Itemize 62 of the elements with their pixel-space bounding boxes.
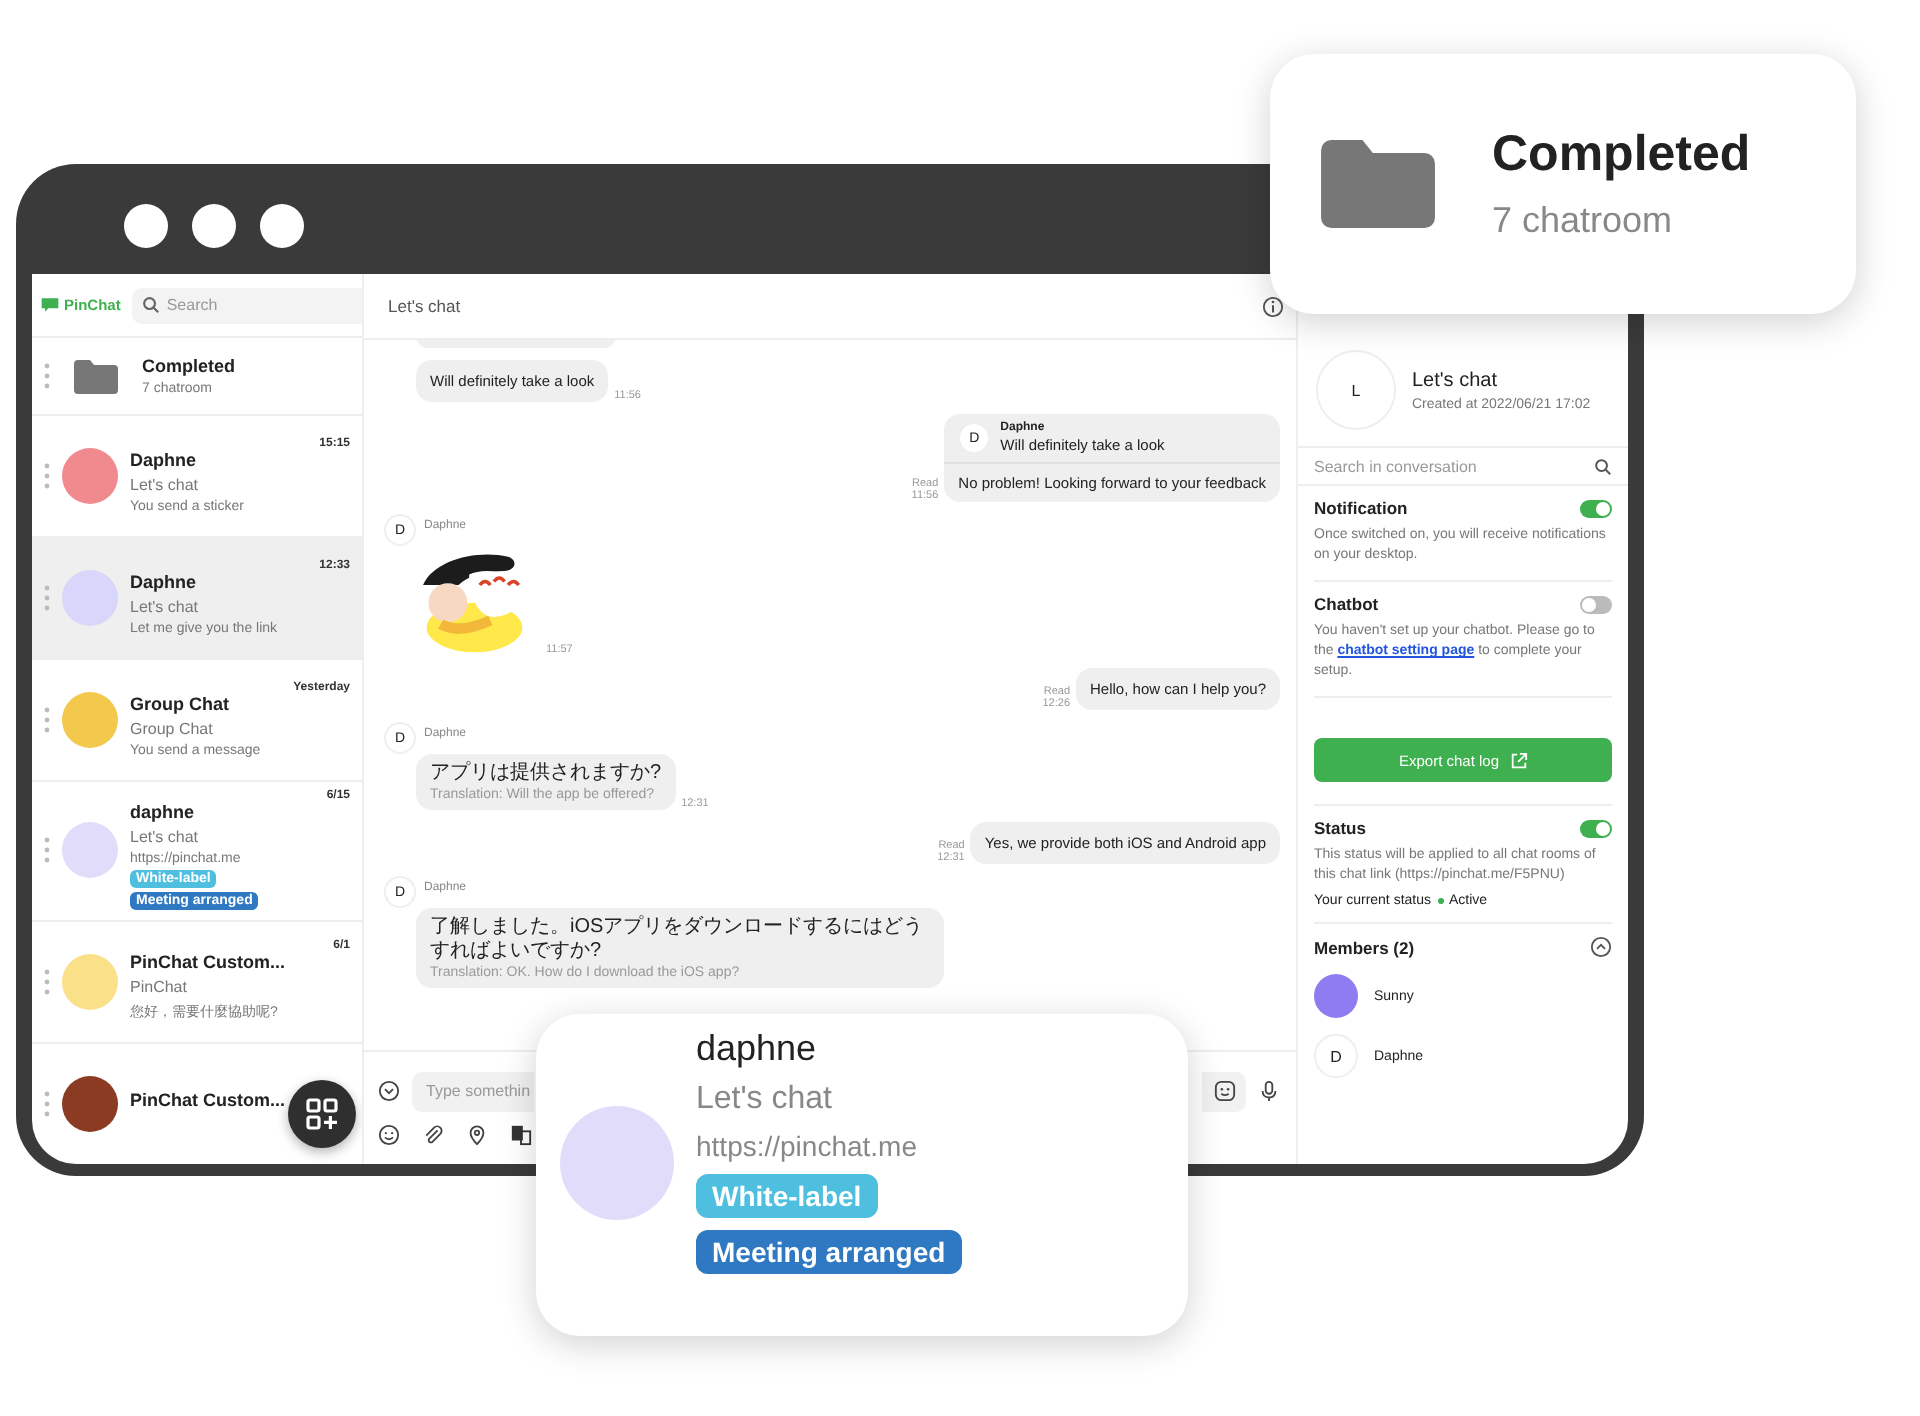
drag-handle-icon[interactable] xyxy=(44,705,50,733)
search-field[interactable]: Search xyxy=(132,287,362,323)
chat-name: Group Chat xyxy=(130,693,229,713)
drag-handle-icon[interactable] xyxy=(44,967,50,995)
setting-title: Notification xyxy=(1314,498,1408,518)
window-dot[interactable] xyxy=(192,204,236,248)
drag-handle-icon[interactable] xyxy=(44,1089,50,1117)
chat-room-name: Let's chat xyxy=(130,475,198,493)
folder-count: 7 chatroom xyxy=(1492,200,1675,242)
status-dot-icon xyxy=(1437,898,1443,904)
message-input-field[interactable]: Type somethin xyxy=(412,1071,534,1111)
chat-name: Daphne xyxy=(130,571,197,591)
chat-room-name: Group Chat xyxy=(130,719,213,737)
chat-room-name: Let's chat xyxy=(696,1082,832,1118)
add-app-button[interactable] xyxy=(288,1080,356,1148)
tag: White-label xyxy=(696,1174,878,1218)
grid-plus-icon xyxy=(306,1098,338,1130)
chat-room-name: PinChat xyxy=(130,978,187,996)
members-title: Members (2) xyxy=(1314,937,1415,957)
external-link-icon xyxy=(1509,751,1528,769)
chat-name: daphne xyxy=(130,802,195,822)
message-text: 了解しました。iOSアプリをダウンロードするにはどうすればよいですか? xyxy=(430,916,926,964)
window-dot[interactable] xyxy=(124,204,168,248)
microphone-icon[interactable] xyxy=(1258,1080,1280,1102)
drag-handle-icon[interactable] xyxy=(44,461,50,489)
contact-name: daphne xyxy=(696,1028,817,1070)
folder-name: Completed xyxy=(142,356,236,376)
member-avatar: D xyxy=(1314,1034,1358,1078)
folder-icon xyxy=(74,359,118,393)
drag-handle-icon[interactable] xyxy=(44,583,50,611)
chat-bubble-icon xyxy=(40,296,60,314)
chat-room-name: Let's chat xyxy=(130,828,198,846)
emoji-icon[interactable] xyxy=(378,1123,400,1145)
conversation-search-field[interactable]: Search in conversation xyxy=(1314,448,1612,484)
chat-name: PinChat Custom... xyxy=(130,1090,286,1110)
sticker-button[interactable] xyxy=(1202,1071,1246,1111)
drag-handle-icon[interactable] xyxy=(44,362,50,390)
setting-title: Status xyxy=(1314,818,1366,838)
room-title: Let's chat xyxy=(1412,369,1499,391)
chat-room-name: Let's chat xyxy=(130,597,198,615)
sticker-icon xyxy=(1213,1080,1235,1102)
tag: Meeting arranged xyxy=(696,1230,962,1274)
folder-icon xyxy=(1320,140,1436,228)
setting-title: Chatbot xyxy=(1314,594,1379,614)
chat-name: Daphne xyxy=(130,449,197,469)
chat-title: Let's chat xyxy=(388,296,461,316)
info-icon[interactable] xyxy=(1262,295,1284,317)
location-pin-icon[interactable] xyxy=(466,1123,488,1145)
chevron-down-icon[interactable] xyxy=(378,1080,400,1102)
chevron-up-icon[interactable] xyxy=(1590,936,1612,958)
search-icon xyxy=(142,296,161,314)
paperclip-icon[interactable] xyxy=(422,1123,444,1145)
room-avatar: L xyxy=(1316,350,1396,430)
toggle-switch[interactable] xyxy=(1580,819,1612,837)
drag-handle-icon[interactable] xyxy=(44,836,50,864)
toggle-switch[interactable] xyxy=(1580,499,1612,517)
window-dot[interactable] xyxy=(260,204,304,248)
toggle-switch[interactable] xyxy=(1580,595,1612,613)
chat-name: PinChat Custom... xyxy=(130,952,286,972)
search-icon xyxy=(1594,457,1612,475)
folder-name: Completed xyxy=(1492,126,1751,184)
message-text: アプリは提供されますか? xyxy=(430,762,662,786)
